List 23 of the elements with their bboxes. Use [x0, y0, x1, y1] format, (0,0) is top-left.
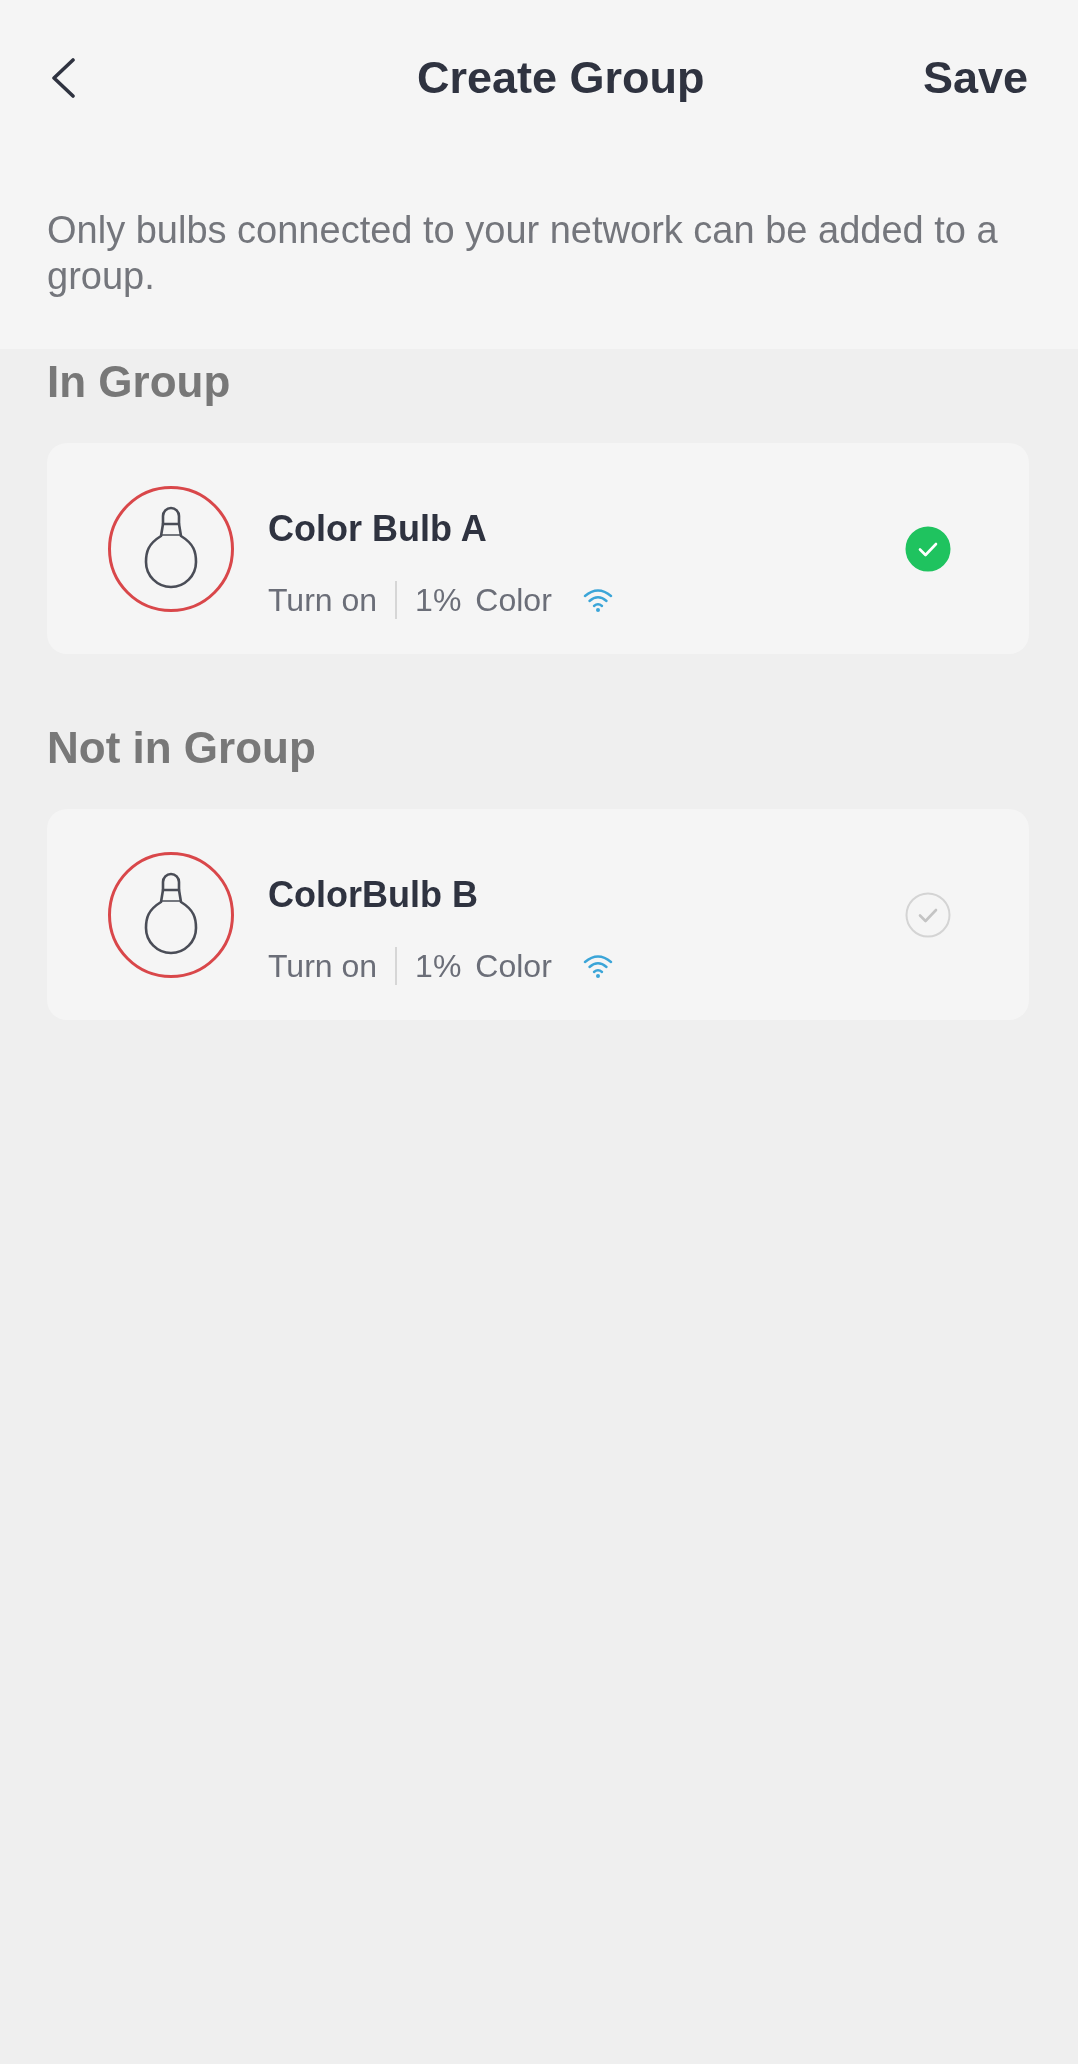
section-heading: In Group: [47, 357, 232, 407]
check-icon[interactable]: [905, 525, 951, 572]
check-icon[interactable]: [905, 891, 951, 938]
power-action-text: Turn on: [268, 581, 378, 620]
wifi-icon: [582, 588, 613, 612]
back-button[interactable]: [50, 58, 76, 98]
mode-text: Color: [475, 947, 552, 986]
notice-text: Only bulbs connected to your network can be added to a group.: [46, 208, 999, 299]
brightness-text: 1%: [415, 581, 462, 620]
bulb-icon: [108, 485, 234, 612]
wifi-icon: [582, 954, 613, 978]
save-button[interactable]: Save: [922, 52, 1028, 104]
back-icon: [50, 58, 76, 98]
bulb-icon: [108, 851, 234, 978]
device-card[interactable]: Color Bulb A Turn on 1% Color: [47, 443, 1029, 654]
power-action-text: Turn on: [268, 947, 378, 986]
device-name: ColorBulb B: [268, 875, 479, 915]
brightness-text: 1%: [415, 947, 462, 986]
device-card[interactable]: ColorBulb B Turn on 1% Color: [47, 809, 1029, 1020]
mode-text: Color: [475, 581, 552, 620]
device-name: Color Bulb A: [268, 509, 488, 549]
section-heading: Not in Group: [47, 723, 317, 773]
page-title: Create Group: [417, 52, 705, 104]
